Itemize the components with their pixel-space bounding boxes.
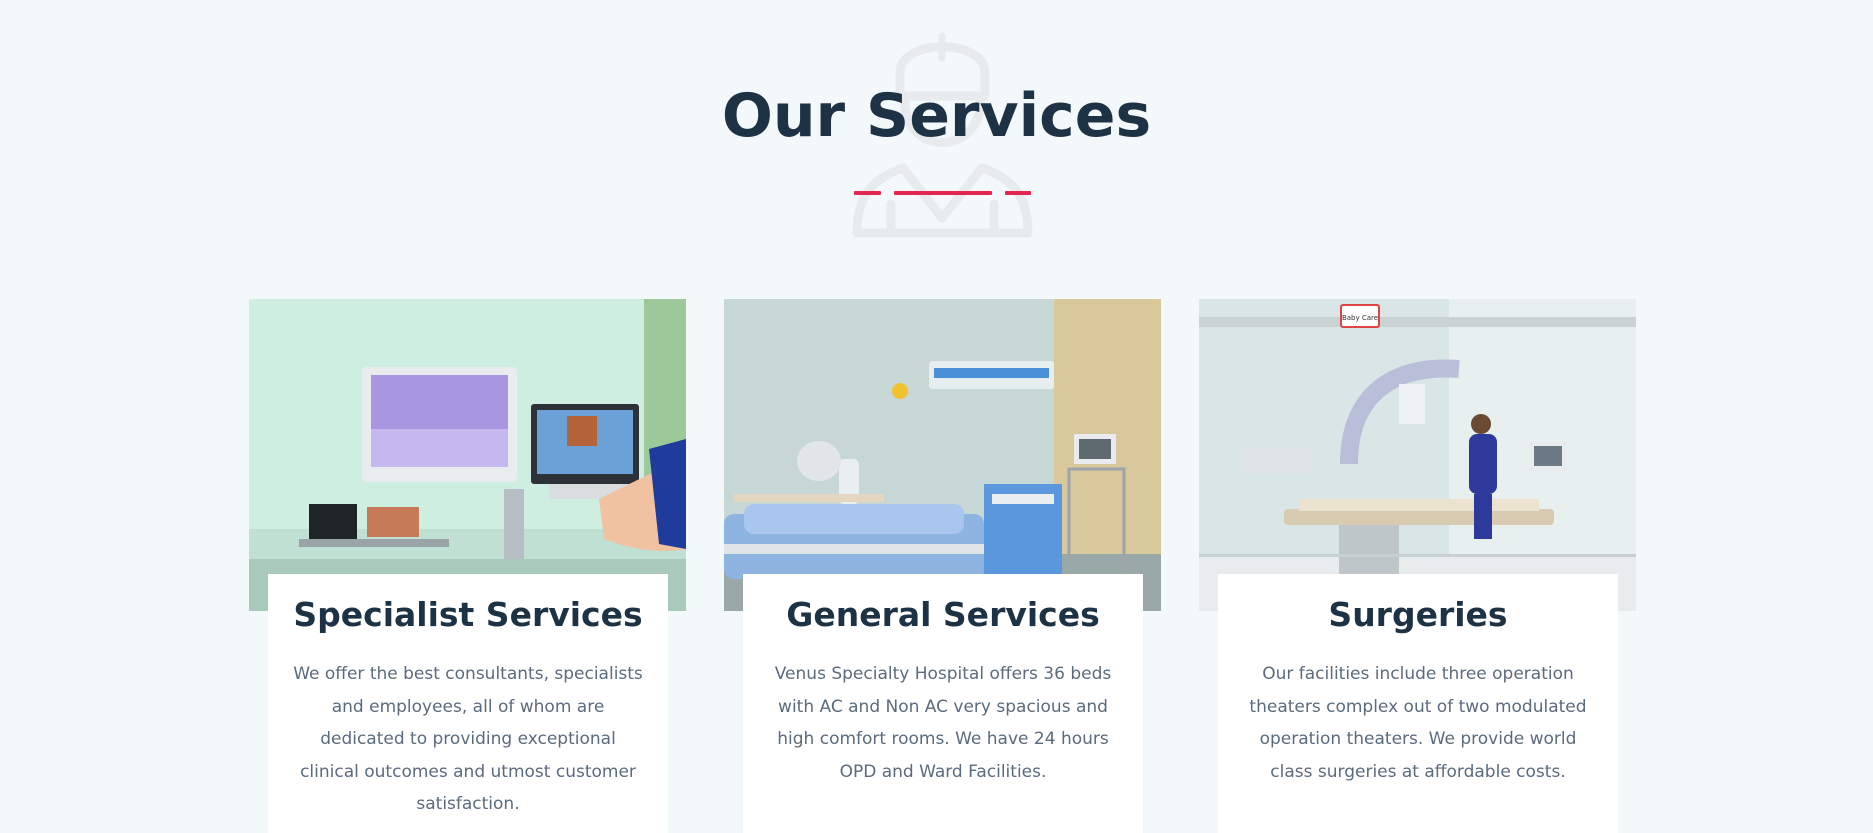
- service-card-description: Venus Specialty Hospital offers 36 beds …: [774, 664, 1112, 782]
- service-card-title: General Services: [786, 595, 1100, 634]
- service-card-body: General Services Venus Specialty Hospita…: [743, 574, 1143, 833]
- hospital-ward-bed-photo: [724, 299, 1161, 611]
- service-card-description: Our facilities include three operation t…: [1249, 664, 1587, 782]
- service-card-specialist[interactable]: Specialist Services We offer the best co…: [249, 299, 686, 833]
- service-card-body: Specialist Services We offer the best co…: [268, 574, 668, 833]
- service-card-general[interactable]: General Services Venus Specialty Hospita…: [724, 299, 1161, 833]
- service-card-surgeries[interactable]: Baby Care Surgeries Our facilities inclu…: [1199, 299, 1636, 833]
- service-card-title: Specialist Services: [293, 595, 643, 634]
- specialist-equipment-photo: [249, 299, 686, 611]
- page-title: Our Services: [721, 81, 1152, 151]
- services-header: Our Services: [0, 0, 1873, 260]
- baby-care-sign: Baby Care: [1342, 314, 1378, 322]
- service-card-description: We offer the best consultants, specialis…: [293, 664, 643, 814]
- operation-theater-photo: Baby Care: [1199, 299, 1636, 611]
- service-card-title: Surgeries: [1328, 595, 1508, 634]
- service-card-body: Surgeries Our facilities include three o…: [1218, 574, 1618, 833]
- title-divider: [854, 191, 1031, 195]
